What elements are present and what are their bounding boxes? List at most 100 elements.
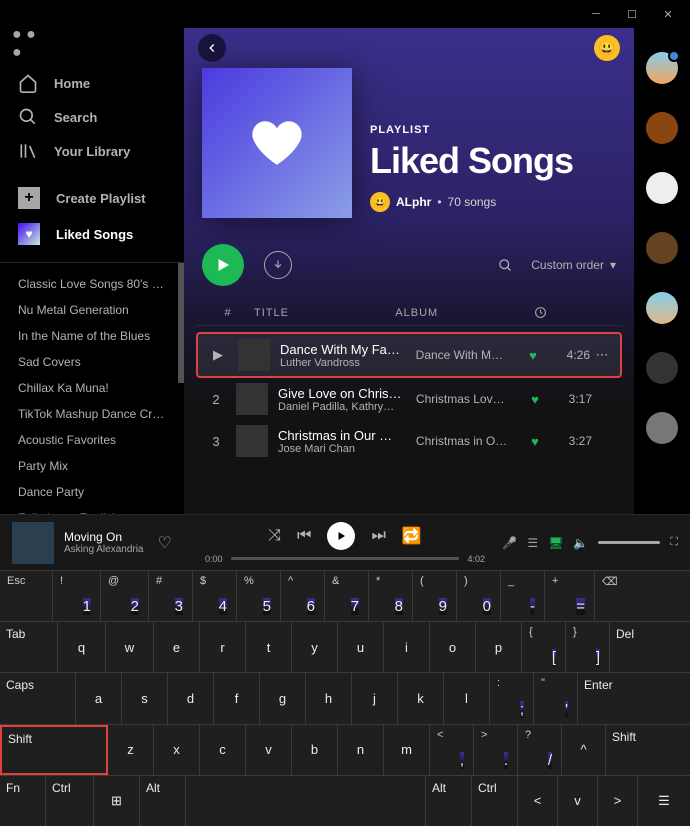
friend-avatar[interactable] bbox=[646, 352, 678, 384]
key[interactable]: o bbox=[430, 622, 476, 672]
key[interactable]: r bbox=[200, 622, 246, 672]
key[interactable]: < bbox=[518, 776, 558, 826]
key[interactable]: _- bbox=[501, 571, 545, 621]
sidebar-playlists[interactable]: Classic Love Songs 80's 90'sNu Metal Gen… bbox=[0, 262, 184, 514]
sidebar-playlist-item[interactable]: Acoustic Favorites bbox=[0, 427, 184, 453]
back-button[interactable] bbox=[198, 34, 226, 62]
key[interactable]: b bbox=[292, 725, 338, 775]
key[interactable]: w bbox=[106, 622, 154, 672]
key[interactable]: v bbox=[558, 776, 598, 826]
key[interactable]: Shift bbox=[606, 725, 650, 775]
repeat-button[interactable]: 🔁 bbox=[402, 526, 422, 546]
key[interactable]: )0 bbox=[457, 571, 501, 621]
key[interactable]: {[ bbox=[522, 622, 566, 672]
key[interactable]: m bbox=[384, 725, 430, 775]
key[interactable]: i bbox=[384, 622, 430, 672]
sidebar-playlist-item[interactable]: TikTok Mashup Dance Craze… bbox=[0, 401, 184, 427]
friend-avatar[interactable] bbox=[646, 52, 678, 84]
next-button[interactable]: ⏭ bbox=[371, 527, 385, 545]
sidebar-library[interactable]: Your Library bbox=[0, 134, 184, 168]
key[interactable]: t bbox=[246, 622, 292, 672]
prev-button[interactable]: ⏮ bbox=[297, 527, 311, 545]
progress-bar[interactable] bbox=[231, 557, 460, 560]
key[interactable]: Alt bbox=[140, 776, 186, 826]
like-button[interactable]: ♡ bbox=[144, 533, 186, 553]
user-avatar-button[interactable]: 😃 bbox=[594, 35, 620, 61]
volume-icon[interactable]: 🔈 bbox=[573, 536, 588, 550]
track-more-button[interactable]: ⋯ bbox=[590, 347, 614, 363]
key[interactable]: ?/ bbox=[518, 725, 562, 775]
fullscreen-button[interactable]: ⛶ bbox=[670, 536, 678, 549]
now-playing-title[interactable]: Moving On bbox=[64, 530, 144, 544]
now-playing-artist[interactable]: Asking Alexandria bbox=[64, 544, 144, 555]
key[interactable]: x bbox=[154, 725, 200, 775]
key[interactable]: #3 bbox=[149, 571, 193, 621]
key[interactable]: Del bbox=[610, 622, 650, 672]
key[interactable]: $4 bbox=[193, 571, 237, 621]
key[interactable]: Ctrl bbox=[472, 776, 518, 826]
key[interactable]: n bbox=[338, 725, 384, 775]
key[interactable]: &7 bbox=[325, 571, 369, 621]
key[interactable] bbox=[186, 776, 426, 826]
key[interactable]: :; bbox=[490, 673, 534, 723]
key[interactable]: (9 bbox=[413, 571, 457, 621]
devices-button[interactable]: 🖥 bbox=[548, 536, 563, 550]
key[interactable]: *8 bbox=[369, 571, 413, 621]
key[interactable]: >. bbox=[474, 725, 518, 775]
key[interactable]: j bbox=[352, 673, 398, 723]
sidebar-playlist-item[interactable]: Sad Covers bbox=[0, 349, 184, 375]
friend-avatar[interactable] bbox=[646, 112, 678, 144]
key[interactable]: g bbox=[260, 673, 306, 723]
sidebar-liked-songs[interactable]: ♥ Liked Songs bbox=[0, 216, 184, 252]
key[interactable]: !1 bbox=[53, 571, 101, 621]
key[interactable]: <, bbox=[430, 725, 474, 775]
track-like-button[interactable]: ♥ bbox=[520, 348, 546, 363]
key[interactable]: "' bbox=[534, 673, 578, 723]
key[interactable]: Ctrl bbox=[46, 776, 94, 826]
key[interactable]: z bbox=[108, 725, 154, 775]
sidebar-search[interactable]: Search bbox=[0, 100, 184, 134]
sidebar-playlist-item[interactable]: In the Name of the Blues bbox=[0, 323, 184, 349]
key[interactable]: v bbox=[246, 725, 292, 775]
sidebar-playlist-item[interactable]: Dance Party bbox=[0, 479, 184, 505]
friend-avatar[interactable] bbox=[646, 292, 678, 324]
key[interactable]: ☰ bbox=[638, 776, 690, 826]
sidebar-playlist-item[interactable]: Party Mix bbox=[0, 453, 184, 479]
app-menu-icon[interactable]: ● ● ● bbox=[12, 32, 36, 56]
key[interactable]: Tab bbox=[0, 622, 58, 672]
key[interactable]: l bbox=[444, 673, 490, 723]
friend-avatar[interactable] bbox=[646, 412, 678, 444]
key[interactable]: a bbox=[76, 673, 122, 723]
download-button[interactable] bbox=[264, 251, 292, 279]
sidebar-playlist-item[interactable]: Nu Metal Generation bbox=[0, 297, 184, 323]
key[interactable]: p bbox=[476, 622, 522, 672]
track-like-button[interactable]: ♥ bbox=[522, 434, 548, 449]
track-row[interactable]: ▶Dance With My Fa…Luther VandrossDance W… bbox=[196, 332, 622, 378]
friend-avatar[interactable] bbox=[646, 172, 678, 204]
playpause-button[interactable] bbox=[327, 522, 355, 550]
window-maximize-button[interactable]: ☐ bbox=[614, 0, 650, 28]
key[interactable]: ^ bbox=[562, 725, 606, 775]
play-button[interactable] bbox=[202, 244, 244, 286]
window-close-button[interactable]: ✕ bbox=[650, 0, 686, 28]
key[interactable]: }] bbox=[566, 622, 610, 672]
key[interactable]: ⌫ bbox=[595, 571, 646, 621]
key[interactable]: s bbox=[122, 673, 168, 723]
window-minimize-button[interactable]: ─ bbox=[578, 0, 614, 28]
key[interactable]: > bbox=[598, 776, 638, 826]
key[interactable]: k bbox=[398, 673, 444, 723]
sidebar-create-playlist[interactable]: + Create Playlist bbox=[0, 180, 184, 216]
key[interactable]: Caps bbox=[0, 673, 76, 723]
key[interactable]: c bbox=[200, 725, 246, 775]
key[interactable]: e bbox=[154, 622, 200, 672]
key[interactable]: h bbox=[306, 673, 352, 723]
key[interactable]: Shift bbox=[0, 725, 108, 775]
key[interactable]: Fn bbox=[0, 776, 46, 826]
key[interactable]: q bbox=[58, 622, 106, 672]
key[interactable]: ⊞ bbox=[94, 776, 140, 826]
now-playing-cover[interactable] bbox=[12, 522, 54, 564]
key[interactable]: ^6 bbox=[281, 571, 325, 621]
volume-slider[interactable] bbox=[598, 541, 660, 544]
key[interactable]: u bbox=[338, 622, 384, 672]
key[interactable]: %5 bbox=[237, 571, 281, 621]
